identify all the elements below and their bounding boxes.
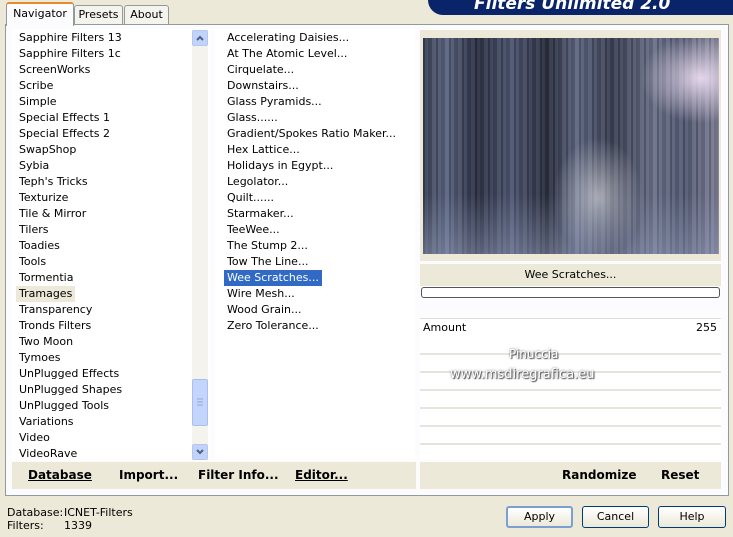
randomize-button-label: Randomize [562, 468, 637, 482]
help-button[interactable]: Help [658, 506, 726, 528]
list-item[interactable]: Wee Scratches... [224, 270, 322, 286]
list-item[interactable]: Glass Pyramids... [224, 94, 325, 110]
editor-button[interactable]: Editor... [295, 468, 348, 482]
list-item[interactable]: Zero Tolerance... [224, 318, 322, 334]
list-item[interactable]: Wood Grain... [224, 302, 304, 318]
watermark-line1: Pinuccia [509, 347, 559, 361]
chevron-down-icon [196, 449, 204, 455]
cancel-button[interactable]: Cancel [582, 506, 649, 528]
list-item[interactable]: TeeWee... [224, 222, 283, 238]
list-item[interactable]: At The Atomic Level... [224, 46, 350, 62]
list-item[interactable]: Two Moon [16, 334, 76, 350]
list-item[interactable]: Scribe [16, 78, 56, 94]
category-scrollbar[interactable] [192, 30, 208, 460]
tab-navigator-label: Navigator [13, 7, 67, 20]
tab-about[interactable]: About [124, 5, 169, 24]
right-button-bar: Randomize Reset [420, 462, 721, 489]
empty-param-rows [420, 337, 721, 460]
reset-button-label: Reset [661, 468, 700, 482]
preview-image [423, 38, 719, 254]
list-item[interactable]: Quilt...... [224, 190, 277, 206]
list-item[interactable]: Special Effects 2 [16, 126, 113, 142]
list-item[interactable]: Gradient/Spokes Ratio Maker... [224, 126, 399, 142]
list-item[interactable]: Cirquelate... [224, 62, 297, 78]
list-item[interactable]: Special Effects 1 [16, 110, 113, 126]
tab-about-label: About [130, 8, 163, 21]
chevron-up-icon [196, 35, 204, 41]
help-button-label: Help [679, 510, 705, 523]
progress-bar [421, 287, 720, 298]
scroll-down-button[interactable] [192, 444, 208, 460]
database-button-label: Database [28, 468, 92, 482]
editor-button-label: Editor... [295, 468, 348, 482]
list-item[interactable]: Glass...... [224, 110, 281, 126]
list-item[interactable]: Downstairs... [224, 78, 302, 94]
import-button[interactable]: Import... [119, 468, 178, 482]
tab-presets-label: Presets [78, 8, 119, 21]
list-item[interactable]: SwapShop [16, 142, 79, 158]
category-list[interactable]: Sapphire Filters 13 Sapphire Filters 1c Sc… [12, 29, 210, 461]
list-item[interactable]: VideoRave [16, 446, 80, 462]
list-item[interactable]: Starmaker... [224, 206, 297, 222]
list-item[interactable]: Tymoes [16, 350, 63, 366]
list-item[interactable]: UnPlugged Tools [16, 398, 112, 414]
list-item[interactable]: Video [16, 430, 53, 446]
list-item[interactable]: Tronds Filters [16, 318, 94, 334]
list-item[interactable]: Tow The Line... [224, 254, 311, 270]
filter-name-bar: Wee Scratches... [420, 264, 721, 286]
filter-info-button-label: Filter Info... [198, 468, 279, 482]
list-item[interactable]: Tools [16, 254, 49, 270]
reset-button[interactable]: Reset [661, 468, 699, 482]
randomize-button[interactable]: Randomize [562, 468, 636, 482]
import-button-label: Import... [119, 468, 179, 482]
list-item[interactable]: Texturize [16, 190, 71, 206]
list-item[interactable]: Tormentia [16, 270, 76, 286]
watermark-line2: www.msdiregrafica.eu [450, 367, 595, 382]
list-item[interactable]: The Stump 2... [224, 238, 311, 254]
list-item[interactable]: Tilers [16, 222, 52, 238]
filter-info-button[interactable]: Filter Info... [198, 468, 279, 482]
list-item[interactable]: Toadies [16, 238, 63, 254]
list-item[interactable]: Teph's Tricks [16, 174, 91, 190]
list-item[interactable]: Accelerating Daisies... [224, 30, 352, 46]
tab-presets[interactable]: Presets [74, 5, 123, 24]
scroll-up-button[interactable] [192, 30, 208, 46]
list-item[interactable]: ScreenWorks [16, 62, 93, 78]
tab-navigator[interactable]: Navigator [6, 2, 74, 26]
grip-icon [197, 398, 203, 406]
status-database-label: Database: [7, 506, 64, 519]
list-item[interactable]: Variations [16, 414, 77, 430]
amount-slider-row[interactable]: Amount 255 [420, 318, 721, 338]
list-item[interactable]: Sybia [16, 158, 52, 174]
amount-value: 255 [696, 321, 717, 334]
status-filters-value: 1339 [64, 519, 92, 532]
list-item[interactable]: Legolator... [224, 174, 291, 190]
banner-title: Filters Unlimited 2.0 [474, 0, 671, 14]
list-item[interactable]: Wire Mesh... [224, 286, 298, 302]
status-filters-label: Filters: [7, 519, 44, 532]
list-item[interactable]: Tile & Mirror [16, 206, 89, 222]
list-item[interactable]: UnPlugged Shapes [16, 382, 125, 398]
database-button[interactable]: Database [28, 468, 92, 482]
list-item[interactable]: Simple [16, 94, 60, 110]
list-item[interactable]: Transparency [16, 302, 95, 318]
list-item[interactable]: Holidays in Egypt... [224, 158, 336, 174]
amount-label: Amount [423, 321, 467, 334]
filter-name-label: Wee Scratches... [524, 268, 617, 281]
apply-button[interactable]: Apply [506, 506, 573, 528]
left-button-bar: Database Import... Filter Info... Editor… [12, 462, 416, 489]
scroll-thumb[interactable] [192, 379, 208, 426]
status-database-value: ICNET-Filters [64, 506, 133, 519]
filter-list[interactable]: Accelerating Daisies... At The Atomic Lev… [215, 29, 415, 461]
list-item[interactable]: UnPlugged Effects [16, 366, 122, 382]
apply-button-label: Apply [523, 510, 556, 523]
list-item[interactable]: Sapphire Filters 1c [16, 46, 124, 62]
list-item[interactable]: Tramages [16, 286, 76, 302]
list-item[interactable]: Hex Lattice... [224, 142, 303, 158]
cancel-button-label: Cancel [596, 510, 635, 523]
list-item[interactable]: Sapphire Filters 13 [16, 30, 125, 46]
app-banner: Filters Unlimited 2.0 [428, 0, 733, 15]
